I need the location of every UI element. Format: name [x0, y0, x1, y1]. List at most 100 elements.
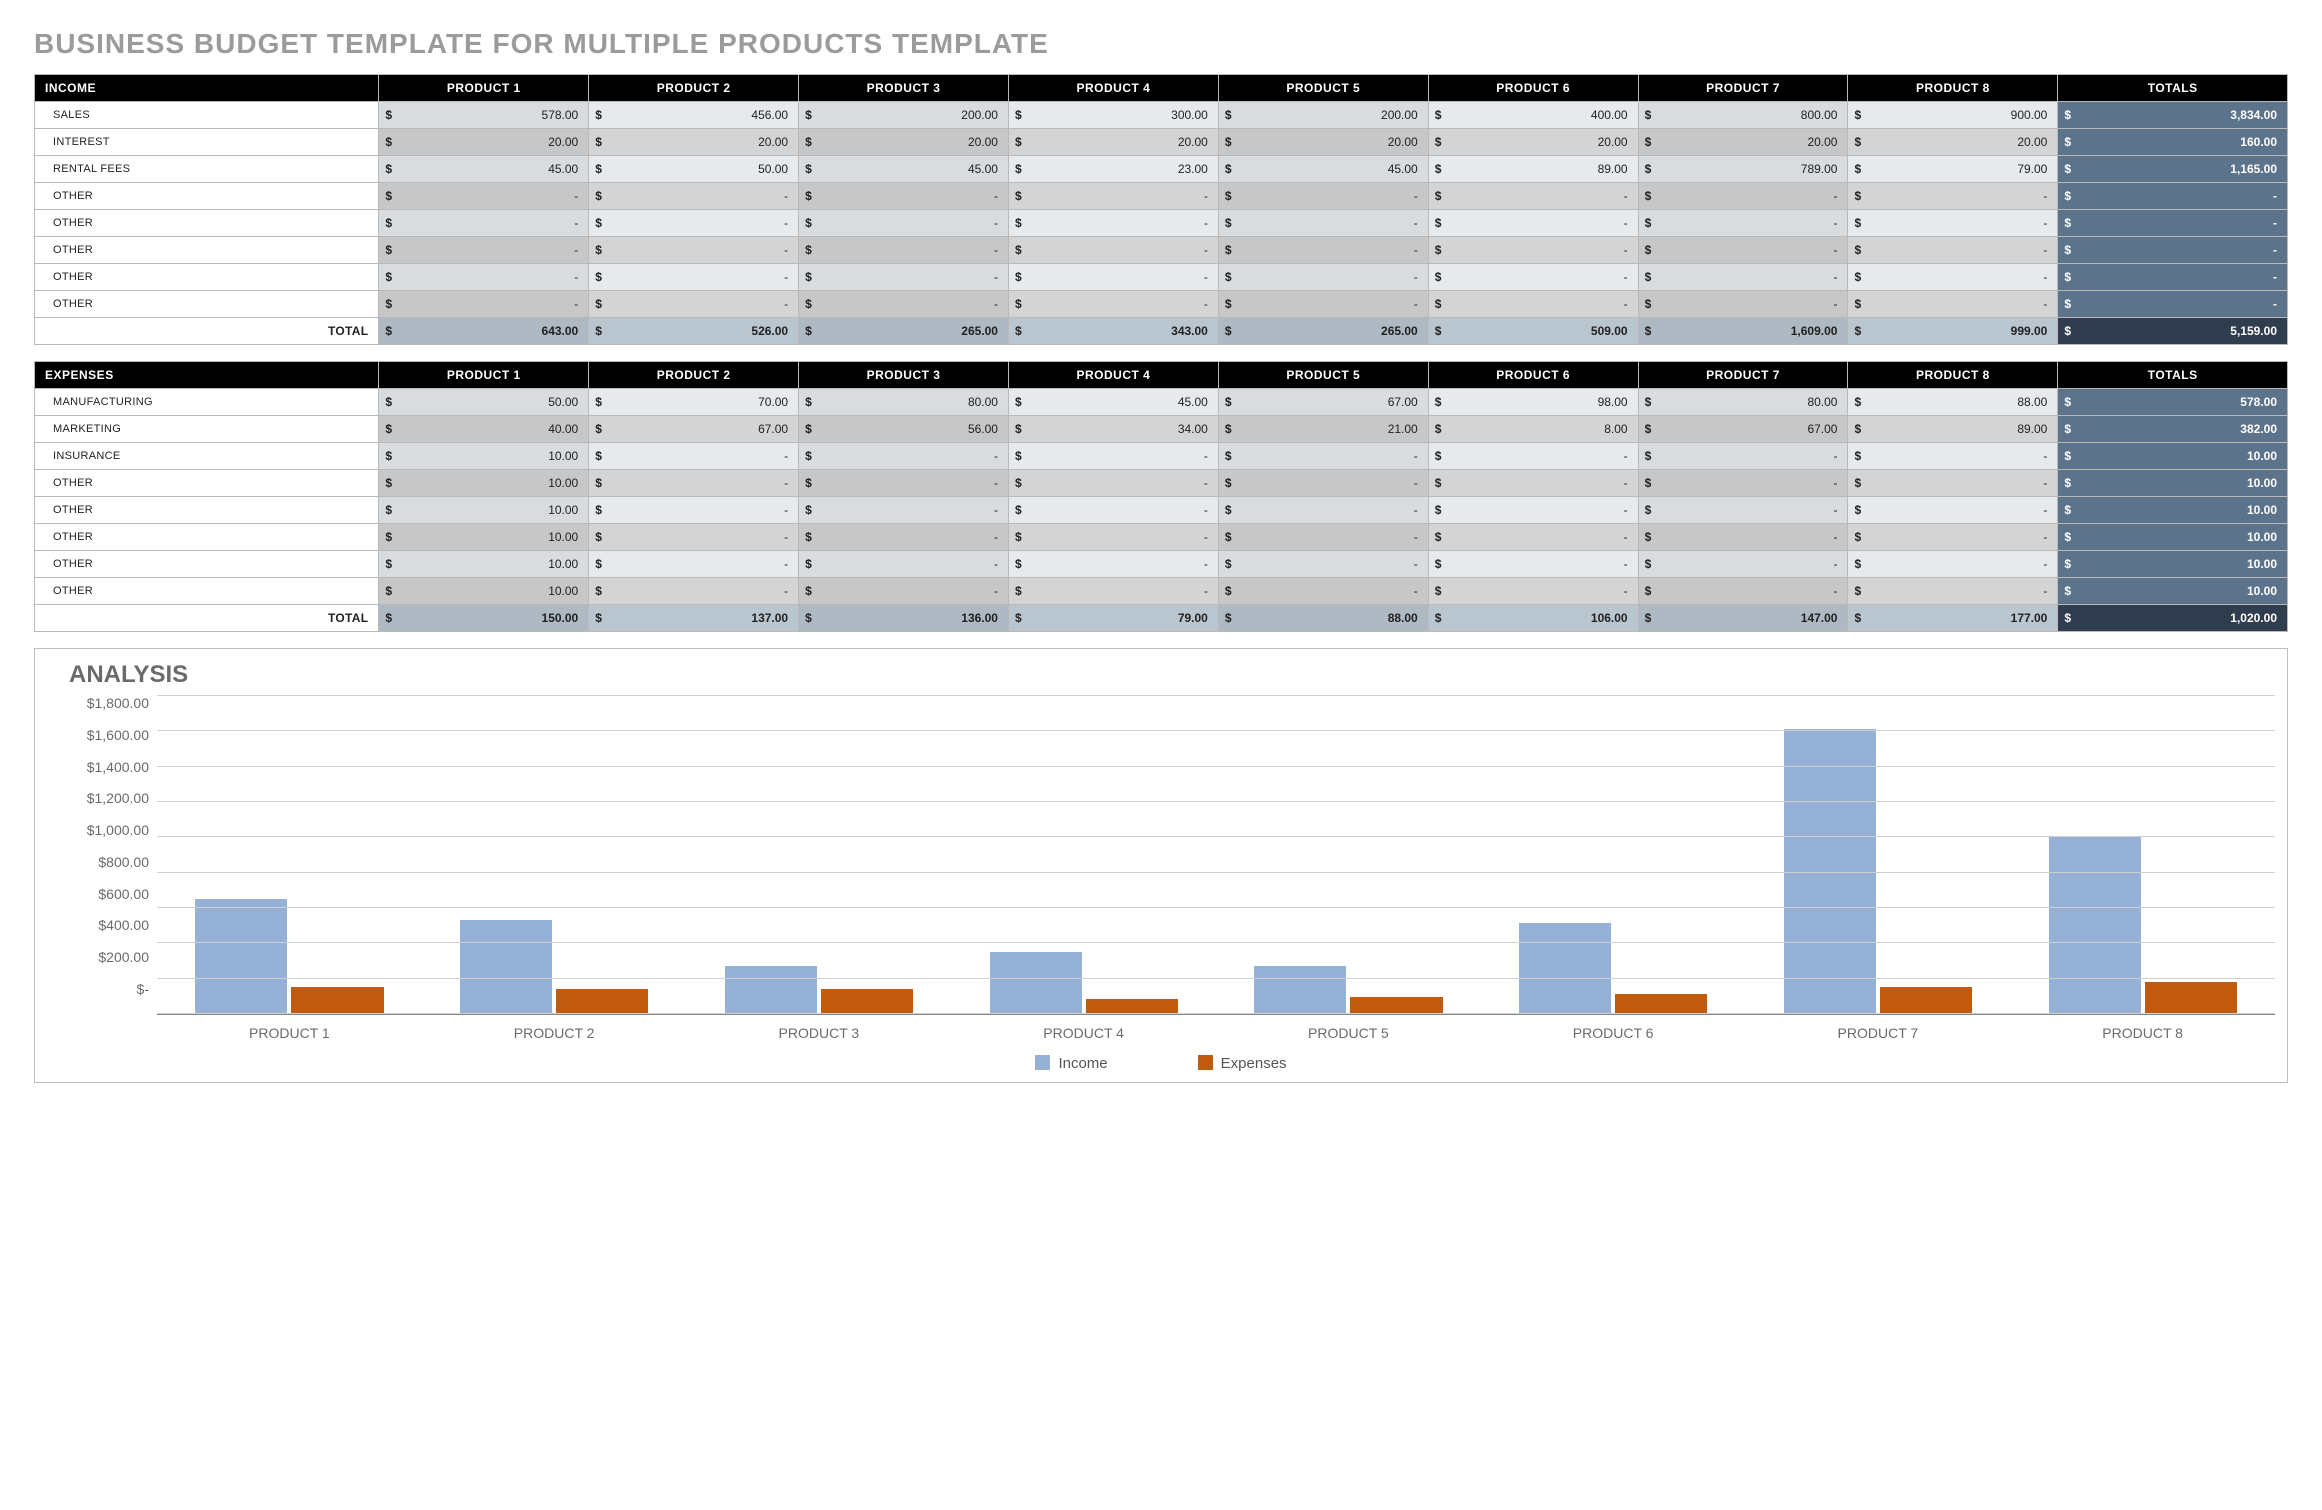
cell[interactable]: $56.00 [799, 416, 1009, 443]
row-total[interactable]: $3,834.00 [2058, 102, 2288, 129]
cell[interactable]: $- [589, 264, 799, 291]
cell[interactable]: $- [1848, 183, 2058, 210]
cell[interactable]: $- [1428, 443, 1638, 470]
cell[interactable]: $- [1848, 264, 2058, 291]
cell[interactable]: $- [1848, 443, 2058, 470]
cell[interactable]: $- [1428, 264, 1638, 291]
cell[interactable]: $- [1638, 210, 1848, 237]
cell[interactable]: $200.00 [799, 102, 1009, 129]
cell[interactable]: $800.00 [1638, 102, 1848, 129]
cell[interactable]: $- [1008, 264, 1218, 291]
cell[interactable]: $578.00 [379, 102, 589, 129]
cell[interactable]: $- [1008, 497, 1218, 524]
row-total[interactable]: $1,165.00 [2058, 156, 2288, 183]
row-total[interactable]: $10.00 [2058, 551, 2288, 578]
cell[interactable]: $- [1428, 524, 1638, 551]
column-total[interactable]: $999.00 [1848, 318, 2058, 345]
cell[interactable]: $- [1638, 578, 1848, 605]
column-total[interactable]: $265.00 [799, 318, 1009, 345]
row-label[interactable]: OTHER [35, 551, 379, 578]
cell[interactable]: $- [589, 210, 799, 237]
column-total[interactable]: $147.00 [1638, 605, 1848, 632]
cell[interactable]: $- [1428, 291, 1638, 318]
cell[interactable]: $- [1008, 443, 1218, 470]
row-label[interactable]: OTHER [35, 578, 379, 605]
cell[interactable]: $- [379, 264, 589, 291]
cell[interactable]: $20.00 [379, 129, 589, 156]
cell[interactable]: $900.00 [1848, 102, 2058, 129]
cell[interactable]: $- [1008, 578, 1218, 605]
cell[interactable]: $10.00 [379, 551, 589, 578]
cell[interactable]: $10.00 [379, 524, 589, 551]
cell[interactable]: $- [1428, 551, 1638, 578]
cell[interactable]: $- [1848, 497, 2058, 524]
row-label[interactable]: OTHER [35, 291, 379, 318]
cell[interactable]: $23.00 [1008, 156, 1218, 183]
cell[interactable]: $80.00 [799, 389, 1009, 416]
cell[interactable]: $- [1848, 291, 2058, 318]
row-label[interactable]: OTHER [35, 497, 379, 524]
cell[interactable]: $- [1638, 551, 1848, 578]
column-total[interactable]: $1,609.00 [1638, 318, 1848, 345]
cell[interactable]: $- [1428, 210, 1638, 237]
row-total[interactable]: $10.00 [2058, 578, 2288, 605]
cell[interactable]: $- [1638, 443, 1848, 470]
cell[interactable]: $- [1428, 470, 1638, 497]
row-total[interactable]: $- [2058, 291, 2288, 318]
row-total[interactable]: $10.00 [2058, 443, 2288, 470]
row-total[interactable]: $- [2058, 237, 2288, 264]
cell[interactable]: $- [799, 524, 1009, 551]
cell[interactable]: $- [1218, 524, 1428, 551]
cell[interactable]: $- [1218, 183, 1428, 210]
row-label[interactable]: INSURANCE [35, 443, 379, 470]
cell[interactable]: $- [1428, 183, 1638, 210]
column-total[interactable]: $106.00 [1428, 605, 1638, 632]
cell[interactable]: $10.00 [379, 470, 589, 497]
cell[interactable]: $20.00 [1848, 129, 2058, 156]
cell[interactable]: $- [1848, 470, 2058, 497]
cell[interactable]: $- [1218, 237, 1428, 264]
row-total[interactable]: $- [2058, 183, 2288, 210]
cell[interactable]: $79.00 [1848, 156, 2058, 183]
cell[interactable]: $20.00 [1218, 129, 1428, 156]
row-total[interactable]: $10.00 [2058, 524, 2288, 551]
cell[interactable]: $- [1638, 237, 1848, 264]
column-total[interactable]: $88.00 [1218, 605, 1428, 632]
cell[interactable]: $- [799, 237, 1009, 264]
cell[interactable]: $- [589, 291, 799, 318]
cell[interactable]: $20.00 [1008, 129, 1218, 156]
cell[interactable]: $- [1008, 551, 1218, 578]
column-total[interactable]: $265.00 [1218, 318, 1428, 345]
column-total[interactable]: $343.00 [1008, 318, 1218, 345]
cell[interactable]: $- [1218, 291, 1428, 318]
cell[interactable]: $45.00 [799, 156, 1009, 183]
cell[interactable]: $- [1848, 237, 2058, 264]
row-total[interactable]: $382.00 [2058, 416, 2288, 443]
cell[interactable]: $- [799, 497, 1009, 524]
cell[interactable]: $20.00 [589, 129, 799, 156]
cell[interactable]: $- [1638, 497, 1848, 524]
grand-total[interactable]: $1,020.00 [2058, 605, 2288, 632]
cell[interactable]: $34.00 [1008, 416, 1218, 443]
cell[interactable]: $- [1848, 578, 2058, 605]
cell[interactable]: $- [1218, 210, 1428, 237]
cell[interactable]: $- [1218, 443, 1428, 470]
cell[interactable]: $- [799, 551, 1009, 578]
cell[interactable]: $- [589, 183, 799, 210]
row-label[interactable]: OTHER [35, 264, 379, 291]
cell[interactable]: $45.00 [1008, 389, 1218, 416]
cell[interactable]: $89.00 [1848, 416, 2058, 443]
cell[interactable]: $- [379, 237, 589, 264]
column-total[interactable]: $79.00 [1008, 605, 1218, 632]
cell[interactable]: $- [1428, 578, 1638, 605]
row-label[interactable]: OTHER [35, 183, 379, 210]
cell[interactable]: $- [1428, 237, 1638, 264]
cell[interactable]: $- [1008, 524, 1218, 551]
cell[interactable]: $20.00 [799, 129, 1009, 156]
cell[interactable]: $88.00 [1848, 389, 2058, 416]
row-label[interactable]: RENTAL FEES [35, 156, 379, 183]
row-total[interactable]: $578.00 [2058, 389, 2288, 416]
cell[interactable]: $- [1848, 524, 2058, 551]
row-label[interactable]: MANUFACTURING [35, 389, 379, 416]
cell[interactable]: $- [1638, 524, 1848, 551]
